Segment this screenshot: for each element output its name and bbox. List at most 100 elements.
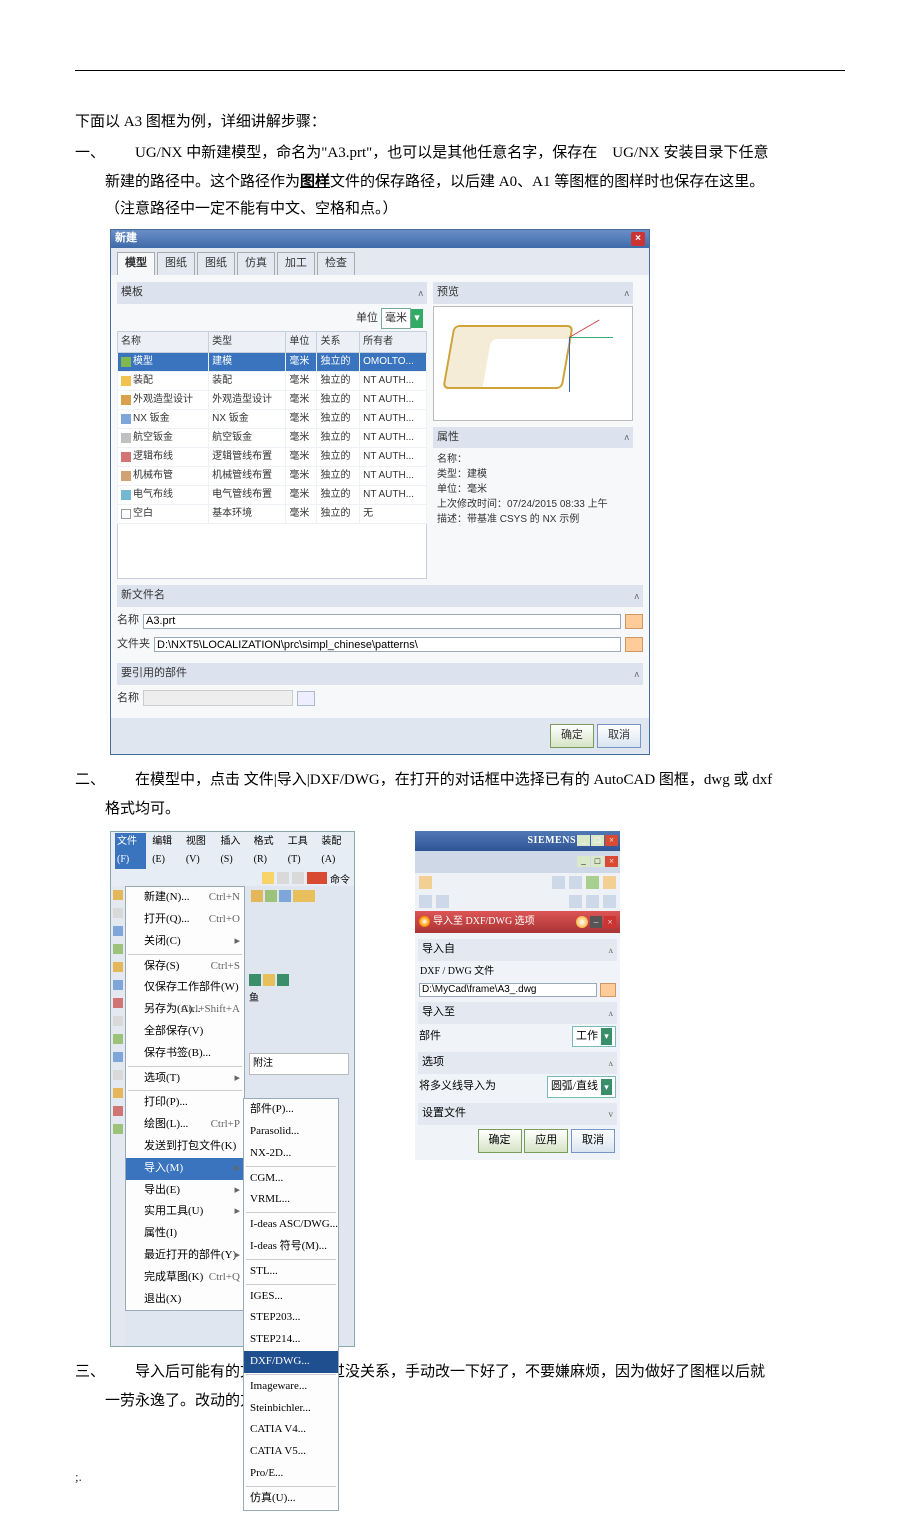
toolbar-icon[interactable] bbox=[436, 895, 449, 908]
sidebar-icon[interactable] bbox=[113, 998, 123, 1008]
toolbar-icon[interactable] bbox=[569, 876, 582, 889]
ok-button[interactable]: 确定 bbox=[550, 724, 594, 748]
folder-input[interactable] bbox=[154, 637, 621, 652]
menu-item[interactable]: 属性(I) bbox=[126, 1223, 244, 1245]
submenu-item[interactable]: IGES... bbox=[244, 1286, 338, 1308]
cancel-button[interactable]: 取消 bbox=[571, 1129, 615, 1153]
apply-button[interactable]: 应用 bbox=[524, 1129, 568, 1153]
menu-item[interactable]: 关闭(C)▸ bbox=[126, 931, 244, 953]
toolbar-icon[interactable] bbox=[569, 895, 582, 908]
table-row[interactable]: 逻辑布线逻辑管线布置毫米独立的NT AUTH... bbox=[118, 448, 427, 467]
menubar-item[interactable]: 工具(T) bbox=[288, 833, 316, 869]
menu-item[interactable]: 最近打开的部件(Y)▸ bbox=[126, 1245, 244, 1267]
minimize-icon[interactable]: – bbox=[590, 916, 602, 928]
toolbar-icon[interactable] bbox=[586, 876, 599, 889]
toolbar-icon[interactable] bbox=[251, 890, 263, 902]
menu-item[interactable]: 导入(M)▸ bbox=[126, 1158, 244, 1180]
browse-button[interactable] bbox=[625, 637, 643, 652]
table-row[interactable]: 模型建模毫米独立的OMOLTO... bbox=[118, 353, 427, 372]
tab-model[interactable]: 模型 bbox=[117, 252, 155, 275]
menu-item[interactable]: 选项(T)▸ bbox=[126, 1068, 244, 1090]
tab-drawing1[interactable]: 图纸 bbox=[157, 252, 195, 275]
sidebar-icon[interactable] bbox=[113, 1016, 123, 1026]
submenu-item[interactable]: 部件(P)... bbox=[244, 1099, 338, 1121]
close-icon[interactable]: × bbox=[605, 835, 618, 846]
submenu-item[interactable]: Parasolid... bbox=[244, 1121, 338, 1143]
minimize-icon[interactable]: _ bbox=[577, 835, 590, 846]
opt-combo[interactable]: 圆弧/直线▾ bbox=[547, 1076, 616, 1098]
toolbar-icon[interactable] bbox=[265, 890, 277, 902]
toolbar-icon[interactable] bbox=[293, 890, 315, 902]
toolbar-icon[interactable] bbox=[552, 876, 565, 889]
tab-mfg[interactable]: 加工 bbox=[277, 252, 315, 275]
table-row[interactable]: 空白基本环境毫米独立的无 bbox=[118, 505, 427, 524]
sidebar-icon[interactable] bbox=[113, 1052, 123, 1062]
menubar-item[interactable]: 格式(R) bbox=[254, 833, 282, 869]
menubar-item[interactable]: 编辑(E) bbox=[152, 833, 180, 869]
table-row[interactable]: 装配装配毫米独立的NT AUTH... bbox=[118, 372, 427, 391]
menu-item[interactable]: 退出(X) bbox=[126, 1289, 244, 1311]
toolbar-icon[interactable] bbox=[586, 895, 599, 908]
submenu-item[interactable]: VRML... bbox=[244, 1189, 338, 1211]
sidebar-icon[interactable] bbox=[113, 1124, 123, 1134]
submenu-item[interactable]: Imageware... bbox=[244, 1376, 338, 1398]
file-path-input[interactable] bbox=[419, 983, 597, 997]
minimize-icon[interactable]: _ bbox=[577, 856, 590, 867]
sidebar-icon[interactable] bbox=[113, 1106, 123, 1116]
to-combo[interactable]: 工作▾ bbox=[572, 1026, 616, 1048]
submenu-item[interactable]: DXF/DWG... bbox=[244, 1351, 338, 1373]
cancel-button[interactable]: 取消 bbox=[597, 724, 641, 748]
browse-button[interactable] bbox=[600, 983, 616, 997]
sidebar-icon[interactable] bbox=[113, 926, 123, 936]
command-icon[interactable] bbox=[307, 872, 327, 884]
toolbar-icon[interactable] bbox=[262, 872, 274, 884]
menu-item[interactable]: 仅保存工作部件(W) bbox=[126, 977, 244, 999]
menu-item[interactable]: 打印(P)... bbox=[126, 1092, 244, 1114]
submenu-item[interactable]: CGM... bbox=[244, 1168, 338, 1190]
submenu-item[interactable]: I-deas ASC/DWG... bbox=[244, 1214, 338, 1236]
menu-item[interactable]: 打开(Q)...Ctrl+O bbox=[126, 909, 244, 931]
tab-inspect[interactable]: 检查 bbox=[317, 252, 355, 275]
close-icon[interactable]: × bbox=[605, 856, 618, 867]
submenu-item[interactable]: STL... bbox=[244, 1261, 338, 1283]
redo-icon[interactable] bbox=[292, 872, 304, 884]
ref-input[interactable] bbox=[143, 690, 293, 706]
toolbar-icon[interactable] bbox=[277, 974, 289, 986]
browse-button[interactable] bbox=[625, 614, 643, 629]
ok-button[interactable]: 确定 bbox=[478, 1129, 522, 1153]
name-input[interactable] bbox=[143, 614, 621, 629]
submenu-item[interactable]: Steinbichler... bbox=[244, 1398, 338, 1420]
toolbar-icon[interactable] bbox=[419, 895, 432, 908]
submenu-item[interactable]: 仿真(U)... bbox=[244, 1488, 338, 1510]
maximize-icon[interactable]: □ bbox=[591, 856, 604, 867]
undo-icon[interactable] bbox=[277, 872, 289, 884]
tab-sim[interactable]: 仿真 bbox=[237, 252, 275, 275]
chevron-down-icon[interactable] bbox=[249, 974, 261, 986]
sidebar-icon[interactable] bbox=[113, 1070, 123, 1080]
close-icon[interactable]: × bbox=[631, 232, 645, 246]
menubar-item[interactable]: 视图(V) bbox=[186, 833, 215, 869]
submenu-item[interactable]: STEP203... bbox=[244, 1307, 338, 1329]
menu-item[interactable]: 导出(E)▸ bbox=[126, 1180, 244, 1202]
ref-browse-button[interactable] bbox=[297, 691, 315, 706]
menubar-item[interactable]: 装配(A) bbox=[321, 833, 350, 869]
submenu-item[interactable]: NX-2D... bbox=[244, 1143, 338, 1165]
maximize-icon[interactable]: □ bbox=[591, 835, 604, 846]
sidebar-icon[interactable] bbox=[113, 962, 123, 972]
table-row[interactable]: 航空钣金航空钣金毫米独立的NT AUTH... bbox=[118, 429, 427, 448]
menu-item[interactable]: 实用工具(U)▸ bbox=[126, 1201, 244, 1223]
sidebar-icon[interactable] bbox=[113, 890, 123, 900]
toolbar-icon[interactable] bbox=[279, 890, 291, 902]
menu-item[interactable]: 全部保存(V) bbox=[126, 1021, 244, 1043]
menu-item[interactable]: 保存(S)Ctrl+S bbox=[126, 956, 244, 978]
menubar-item[interactable]: 插入(S) bbox=[220, 833, 247, 869]
submenu-item[interactable]: CATIA V5... bbox=[244, 1441, 338, 1463]
toolbar-icon[interactable] bbox=[419, 876, 432, 889]
help-icon[interactable] bbox=[576, 916, 588, 928]
table-row[interactable]: NX 钣金NX 钣金毫米独立的NT AUTH... bbox=[118, 410, 427, 429]
menubar-item[interactable]: 文件(F) bbox=[115, 833, 146, 869]
unit-combo[interactable]: 毫米 bbox=[381, 308, 411, 330]
toolbar-icon[interactable] bbox=[603, 876, 616, 889]
toolbar-icon[interactable] bbox=[263, 974, 275, 986]
menu-item[interactable]: 保存书签(B)... bbox=[126, 1043, 244, 1065]
